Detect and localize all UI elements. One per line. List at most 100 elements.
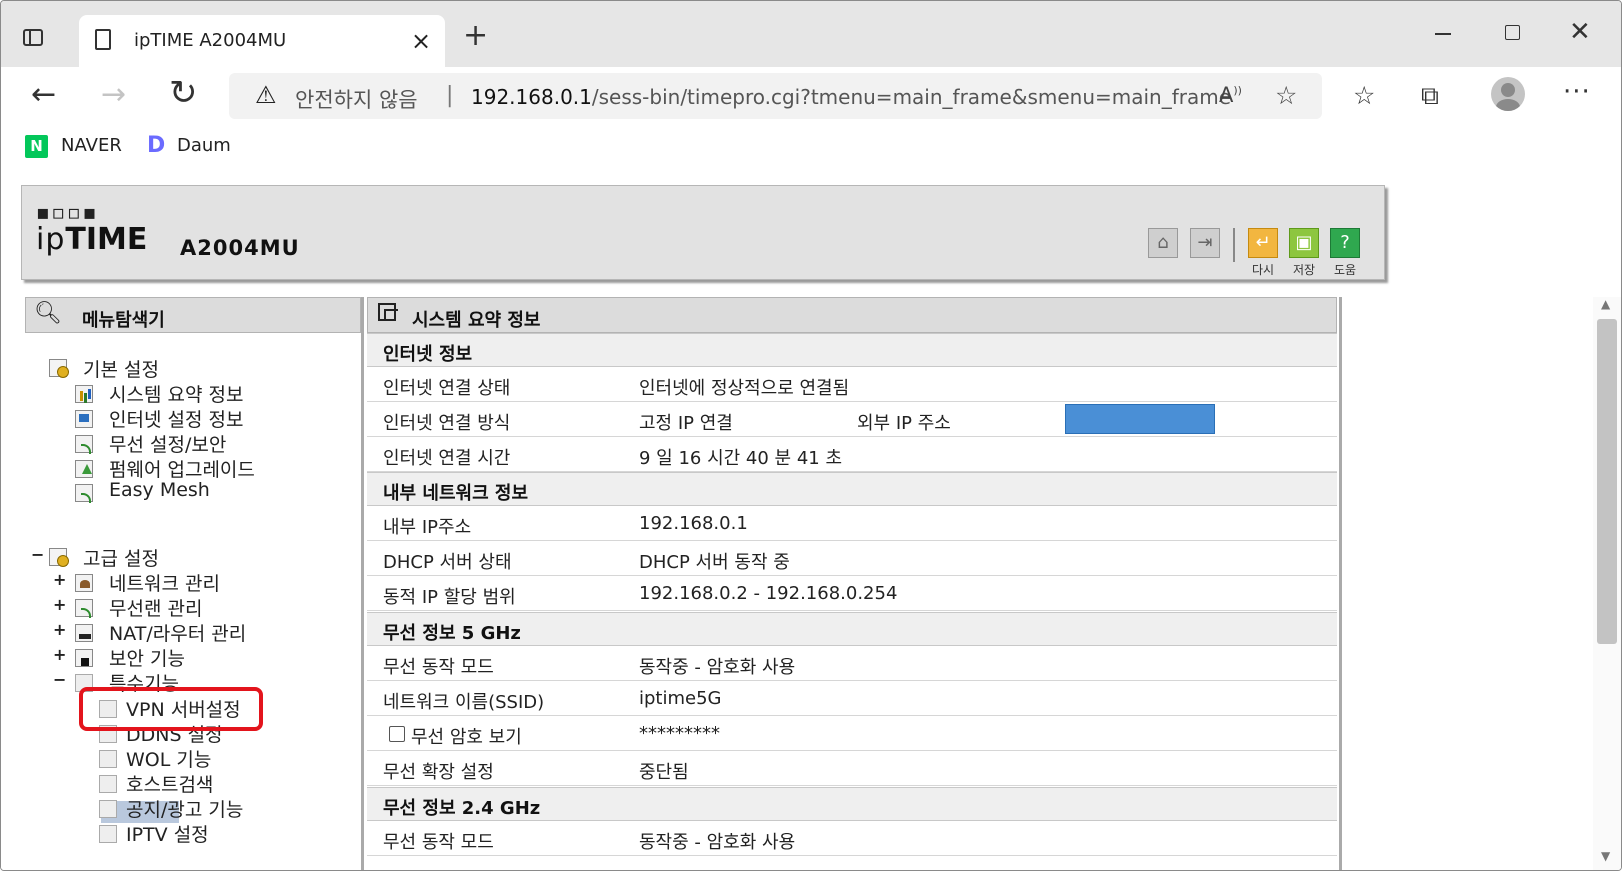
chart-icon[interactable]: [75, 385, 93, 403]
reset-label[interactable]: 다시: [1246, 261, 1280, 278]
page-icon[interactable]: [99, 825, 117, 843]
back-icon[interactable]: ←: [31, 77, 56, 112]
reset-icon[interactable]: ↵: [1248, 228, 1278, 258]
tab-actions-icon[interactable]: [19, 25, 47, 49]
row-value: iptime5G: [639, 688, 722, 709]
show-password-label[interactable]: 무선 암호 보기: [411, 723, 522, 749]
url-text[interactable]: 192.168.0.1/sess-bin/timepro.cgi?tmenu=m…: [471, 85, 1231, 109]
scrollbar-thumb[interactable]: [1597, 319, 1617, 644]
tree-notice-ad[interactable]: 공지/광고 기능: [126, 795, 243, 822]
row-label: 내부 IP주소: [383, 517, 472, 538]
page-icon[interactable]: [99, 800, 117, 818]
naver-icon[interactable]: N: [25, 135, 48, 158]
menu-explorer-header: 🔍︎ 메뉴탐색기: [25, 297, 361, 333]
more-menu-icon[interactable]: ···: [1563, 77, 1591, 107]
address-separator: |: [446, 83, 454, 108]
tree-network-management[interactable]: 네트워크 관리: [109, 569, 220, 596]
section-internet-title: 인터넷 정보: [383, 344, 473, 365]
tree-security[interactable]: 보안 기능: [109, 644, 185, 671]
tree-basic-settings[interactable]: 기본 설정: [83, 355, 159, 382]
page-icon[interactable]: [99, 775, 117, 793]
read-aloud-icon[interactable]: A)): [1219, 83, 1242, 107]
expand-icon[interactable]: +: [53, 595, 66, 614]
page-icon: [95, 29, 111, 50]
tree-host-search[interactable]: 호스트검색: [126, 770, 213, 797]
favorites-icon[interactable]: ☆: [1353, 81, 1375, 110]
wifi-icon[interactable]: [75, 435, 93, 454]
tree-wlan-management[interactable]: 무선랜 관리: [109, 594, 202, 621]
add-favorite-icon[interactable]: ☆: [1275, 81, 1297, 110]
row-label: DHCP 서버 상태: [383, 552, 512, 573]
save-label[interactable]: 저장: [1287, 261, 1321, 278]
tree-wireless-security[interactable]: 무선 설정/보안: [109, 430, 226, 457]
save-icon[interactable]: ▣: [1289, 228, 1319, 258]
external-ip-redacted: [1065, 404, 1215, 434]
menu-explorer-title: 메뉴탐색기: [82, 310, 165, 331]
tree-internet-settings[interactable]: 인터넷 설정 정보: [109, 405, 243, 432]
expand-icon[interactable]: +: [53, 570, 66, 589]
logout-icon[interactable]: ⇥: [1190, 228, 1220, 258]
mesh-icon[interactable]: [75, 484, 93, 503]
table-row: 무선 확장 설정 중단됨: [367, 751, 1337, 786]
table-row: 네트워크 이름(SSID) iptime5G: [367, 681, 1337, 716]
help-icon[interactable]: ?: [1330, 228, 1360, 258]
tree-nat-router[interactable]: NAT/라우터 관리: [109, 619, 246, 646]
row-value: 192.168.0.1: [639, 513, 748, 534]
help-label[interactable]: 도움: [1328, 261, 1362, 278]
tree-advanced-settings[interactable]: 고급 설정: [83, 544, 159, 571]
folder-icon[interactable]: [49, 548, 69, 567]
security-label[interactable]: 안전하지 않음: [295, 84, 418, 114]
lock-icon[interactable]: [75, 649, 93, 667]
row-label: 인터넷 연결 시간: [383, 448, 511, 469]
tree-iptv[interactable]: IPTV 설정: [126, 820, 209, 847]
expand-icon[interactable]: +: [53, 645, 66, 664]
collapse-special-icon[interactable]: −: [53, 670, 66, 689]
summary-header: 시스템 요약 정보: [367, 297, 1337, 333]
magnifier-icon: 🔍︎: [34, 301, 62, 326]
expand-icon[interactable]: +: [53, 620, 66, 639]
router-header: ▪︎▫︎▫︎▪︎ ipTIME A2004MU ⌂ ⇥ ↵ ▣ ? 다시 저장 …: [21, 185, 1385, 280]
home-icon[interactable]: ⌂: [1148, 228, 1178, 258]
page-icon[interactable]: [99, 750, 117, 768]
address-bar[interactable]: ⚠ 안전하지 않음 | 192.168.0.1/sess-bin/timepro…: [229, 73, 1322, 119]
tree-system-summary[interactable]: 시스템 요약 정보: [109, 380, 243, 407]
tree-firmware-upgrade[interactable]: 펌웨어 업그레이드: [109, 455, 255, 482]
table-row: 무선 동작 모드 동작중 - 암호화 사용: [367, 646, 1337, 681]
daum-icon[interactable]: D: [147, 134, 169, 158]
summary-panel: 시스템 요약 정보 인터넷 정보 인터넷 연결 상태 인터넷에 정상적으로 연결…: [367, 297, 1342, 870]
table-row: 인터넷 연결 방식 고정 IP 연결 외부 IP 주소: [367, 402, 1337, 437]
scroll-down-icon[interactable]: ▼: [1601, 849, 1610, 863]
scroll-up-icon[interactable]: ▲: [1601, 297, 1610, 311]
tab-title: ipTIME A2004MU: [134, 30, 287, 51]
show-password-checkbox[interactable]: [389, 726, 405, 742]
section-wifi-24ghz: 무선 정보 2.4 GHz: [367, 787, 1337, 821]
profile-avatar[interactable]: [1491, 77, 1525, 111]
row-value: 동작중 - 암호화 사용: [639, 657, 796, 678]
collections-icon[interactable]: ⧉: [1421, 81, 1439, 111]
tab-active[interactable]: ipTIME A2004MU ×: [79, 15, 445, 67]
tree-wol[interactable]: WOL 기능: [126, 745, 211, 772]
tree-easy-mesh[interactable]: Easy Mesh: [109, 479, 210, 501]
close-tab-icon[interactable]: ×: [409, 27, 433, 55]
monitor-icon[interactable]: [75, 410, 93, 428]
row-value: 인터넷에 정상적으로 연결됨: [639, 378, 850, 399]
bookmark-daum[interactable]: Daum: [177, 135, 231, 156]
collapse-advanced-icon[interactable]: −: [31, 545, 44, 564]
refresh-icon[interactable]: ↻: [169, 73, 198, 113]
network-icon[interactable]: [75, 574, 93, 592]
window-close-icon[interactable]: ✕: [1569, 17, 1591, 47]
minimize-icon[interactable]: [1435, 33, 1451, 35]
bookmarks-bar: N NAVER D Daum: [1, 127, 1621, 167]
upgrade-icon[interactable]: [75, 460, 93, 478]
table-row: 동적 IP 할당 범위 192.168.0.2 - 192.168.0.254: [367, 576, 1337, 611]
bookmark-naver[interactable]: NAVER: [61, 135, 122, 156]
maximize-icon[interactable]: [1505, 25, 1520, 40]
external-ip-label: 외부 IP 주소: [857, 413, 951, 434]
new-tab-button[interactable]: +: [463, 21, 488, 51]
wlan-icon[interactable]: [75, 599, 93, 618]
router-icon[interactable]: [75, 624, 93, 642]
browser-window: ipTIME A2004MU × + ✕ ← → ↻ ⚠ 안전하지 않음 | 1…: [0, 0, 1622, 871]
warning-icon[interactable]: ⚠: [255, 81, 277, 109]
folder-icon[interactable]: [49, 359, 69, 378]
forward-icon[interactable]: →: [101, 77, 126, 112]
